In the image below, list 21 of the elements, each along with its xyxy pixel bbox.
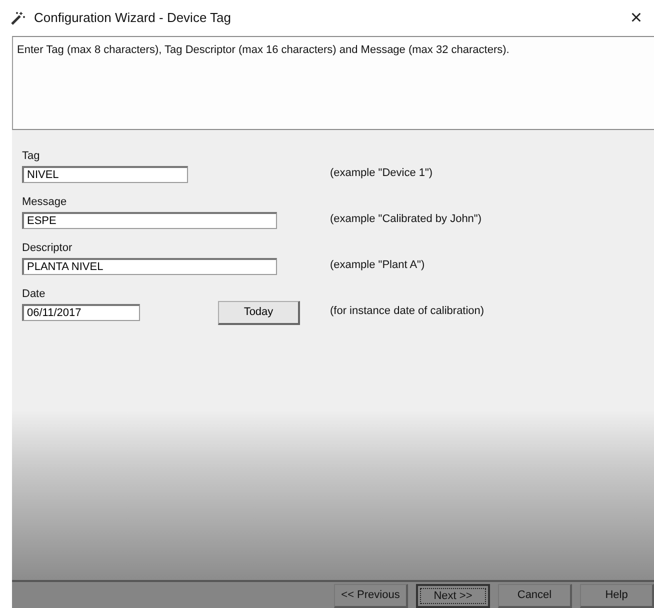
field-label: Descriptor xyxy=(22,241,74,256)
text-field[interactable]: ESPE xyxy=(22,212,277,228)
text-field[interactable]: 06/11/2017 xyxy=(22,304,140,320)
text-field[interactable]: PLANTA NIVEL xyxy=(22,258,277,274)
wand-icon xyxy=(10,11,26,25)
hint-text: (example "Device 1") xyxy=(330,166,433,180)
wizard-button[interactable]: << Previous xyxy=(334,584,408,608)
today-button[interactable]: Today xyxy=(218,301,300,325)
wizard-button[interactable]: Next >> xyxy=(416,584,490,608)
wizard-button[interactable]: Help xyxy=(580,584,654,608)
wizard-button[interactable]: Cancel xyxy=(498,584,572,608)
hint-text: (example "Plant A") xyxy=(330,258,425,272)
window-title: Configuration Wizard - Device Tag xyxy=(34,9,232,28)
field-label: Date xyxy=(22,287,46,302)
hint-text: (for instance date of calibration) xyxy=(330,304,484,318)
field-label: Message xyxy=(22,195,68,210)
instructions-text: Enter Tag (max 8 characters), Tag Descriptor (max 16 characters) and Message (max 32 characters). xyxy=(17,44,510,56)
hint-text: (example "Calibrated by John") xyxy=(330,212,482,226)
text-field[interactable]: NIVEL xyxy=(22,166,188,182)
close-button[interactable]: × xyxy=(628,8,644,28)
field-label: Tag xyxy=(22,149,41,164)
